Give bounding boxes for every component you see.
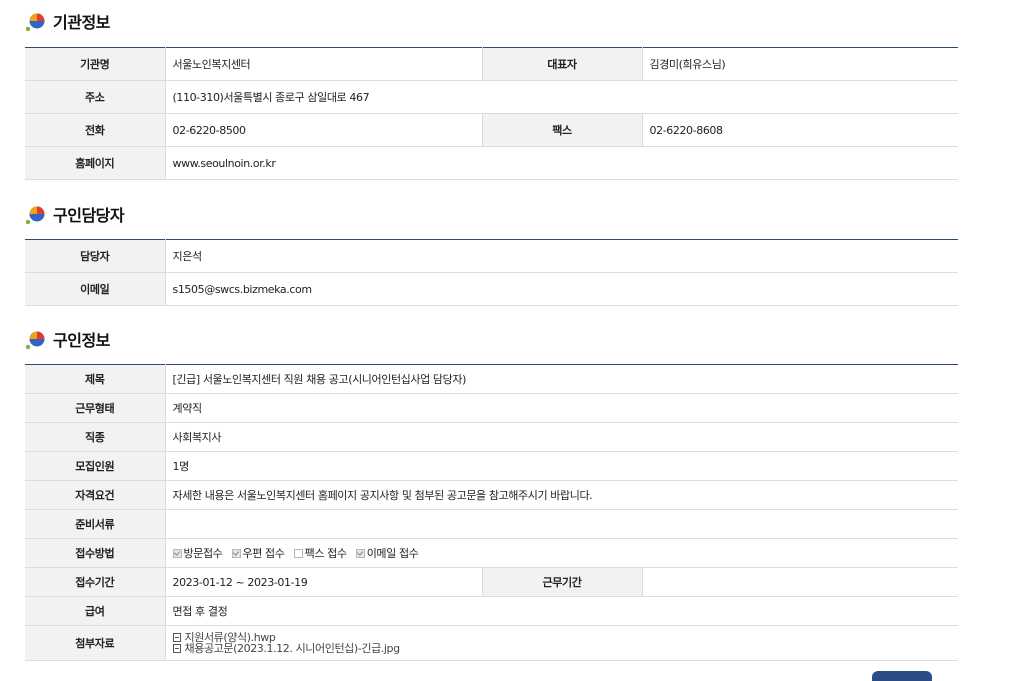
job-info-table: 제목 [긴급] 서울노인복지센터 직원 채용 공고(시니어인턴십사업 담당자) … bbox=[25, 364, 959, 661]
address-value: (110-310)서울특별시 종로구 삼일대로 467 bbox=[164, 80, 958, 114]
agency-name-label: 기관명 bbox=[25, 47, 165, 81]
table-row: 급여 면접 후 결정 bbox=[25, 596, 959, 626]
headcount-label: 모집인원 bbox=[25, 451, 165, 481]
table-row: 첨부자료 지원서류(양식).hwp 채용공고문(2023.1.12. 시니어인턴… bbox=[25, 625, 959, 661]
subject-value: [긴급] 서울노인복지센터 직원 채용 공고(시니어인턴십사업 담당자) bbox=[164, 364, 959, 394]
period-label: 접수기간 bbox=[25, 567, 165, 597]
email-value[interactable]: s1505@swcs.bizmeka.com bbox=[164, 272, 958, 306]
attachments-value: 지원서류(양식).hwp 채용공고문(2023.1.12. 시니어인턴십)-긴급… bbox=[164, 625, 959, 661]
qualification-label: 자격요건 bbox=[25, 480, 165, 510]
attachment-link[interactable]: 채용공고문(2023.1.12. 시니어인턴십)-긴급.jpg bbox=[172, 642, 952, 655]
agency-section-header: 기관정보 bbox=[25, 6, 110, 36]
method-option-label: 우편 접수 bbox=[242, 547, 285, 560]
category-value: 사회복지사 bbox=[164, 422, 959, 452]
table-row: 이메일 s1505@swcs.bizmeka.com bbox=[25, 272, 958, 306]
checkbox-icon bbox=[293, 549, 303, 558]
file-icon bbox=[172, 633, 181, 642]
table-row: 준비서류 bbox=[25, 509, 959, 539]
method-option-visit: 방문접수 bbox=[172, 547, 223, 560]
method-label: 접수방법 bbox=[25, 538, 165, 568]
phone-label: 전화 bbox=[25, 113, 165, 147]
homepage-value[interactable]: www.seoulnoin.or.kr bbox=[164, 146, 958, 180]
table-row: 홈페이지 www.seoulnoin.or.kr bbox=[25, 146, 958, 180]
method-value: 방문접수 우편 접수 팩스 접수 이메일 접수 bbox=[164, 538, 959, 568]
salary-label: 급여 bbox=[25, 596, 165, 626]
fax-value: 02-6220-8608 bbox=[641, 113, 958, 147]
table-row: 접수방법 방문접수 우편 접수 팩스 접수 이메일 접수 bbox=[25, 538, 959, 568]
table-row: 모집인원 1명 bbox=[25, 451, 959, 481]
section-bullet-icon bbox=[25, 10, 47, 32]
table-row: 근무형태 계약직 bbox=[25, 393, 959, 423]
rep-label: 대표자 bbox=[481, 47, 642, 81]
fax-label: 팩스 bbox=[481, 113, 642, 147]
method-option-fax: 팩스 접수 bbox=[293, 547, 347, 560]
email-label: 이메일 bbox=[25, 272, 165, 306]
period-value: 2023-01-12 ~ 2023-01-19 bbox=[164, 567, 482, 597]
checkbox-icon bbox=[172, 549, 182, 558]
work-period-value bbox=[641, 567, 959, 597]
phone-value: 02-6220-8500 bbox=[164, 113, 482, 147]
table-row: 자격요건 자세한 내용은 서울노인복지센터 홈페이지 공지사항 및 첨부된 공고… bbox=[25, 480, 959, 510]
table-row: 주소 (110-310)서울특별시 종로구 삼일대로 467 bbox=[25, 80, 958, 114]
work-type-value: 계약직 bbox=[164, 393, 959, 423]
salary-value: 면접 후 결정 bbox=[164, 596, 959, 626]
table-row: 직종 사회복지사 bbox=[25, 422, 959, 452]
agency-section-title: 기관정보 bbox=[53, 13, 110, 32]
qualification-value: 자세한 내용은 서울노인복지센터 홈페이지 공지사항 및 첨부된 공고문을 참고… bbox=[164, 480, 959, 510]
checkbox-icon bbox=[355, 549, 365, 558]
job-section-header: 구인정보 bbox=[25, 324, 110, 354]
homepage-label: 홈페이지 bbox=[25, 146, 165, 180]
table-row: 전화 02-6220-8500 팩스 02-6220-8608 bbox=[25, 113, 958, 147]
file-icon bbox=[172, 644, 181, 653]
category-label: 직종 bbox=[25, 422, 165, 452]
attachment-name: 채용공고문(2023.1.12. 시니어인턴십)-긴급.jpg bbox=[184, 642, 401, 655]
method-option-label: 방문접수 bbox=[183, 547, 223, 560]
list-button[interactable] bbox=[872, 671, 932, 681]
rep-value: 김경미(희유스님) bbox=[641, 47, 958, 81]
agency-name-value: 서울노인복지센터 bbox=[164, 47, 482, 81]
work-type-label: 근무형태 bbox=[25, 393, 165, 423]
job-section-title: 구인정보 bbox=[53, 331, 110, 350]
contact-section-title: 구인담당자 bbox=[53, 206, 125, 225]
documents-label: 준비서류 bbox=[25, 509, 165, 539]
subject-label: 제목 bbox=[25, 364, 165, 394]
table-row: 기관명 서울노인복지센터 대표자 김경미(희유스님) bbox=[25, 47, 958, 81]
manager-label: 담당자 bbox=[25, 239, 165, 273]
method-option-mail: 우편 접수 bbox=[231, 547, 285, 560]
address-label: 주소 bbox=[25, 80, 165, 114]
section-bullet-icon bbox=[25, 328, 47, 350]
table-row: 제목 [긴급] 서울노인복지센터 직원 채용 공고(시니어인턴십사업 담당자) bbox=[25, 364, 959, 394]
table-row: 접수기간 2023-01-12 ~ 2023-01-19 근무기간 bbox=[25, 567, 959, 597]
method-option-email: 이메일 접수 bbox=[355, 547, 419, 560]
documents-value bbox=[164, 509, 959, 539]
checkbox-icon bbox=[231, 549, 241, 558]
contact-section-header: 구인담당자 bbox=[25, 199, 125, 229]
attachments-label: 첨부자료 bbox=[25, 625, 165, 661]
method-option-label: 이메일 접수 bbox=[366, 547, 419, 560]
headcount-value: 1명 bbox=[164, 451, 959, 481]
manager-value: 지은석 bbox=[164, 239, 958, 273]
contact-info-table: 담당자 지은석 이메일 s1505@swcs.bizmeka.com bbox=[25, 239, 958, 306]
table-row: 담당자 지은석 bbox=[25, 239, 958, 273]
section-bullet-icon bbox=[25, 203, 47, 225]
work-period-label: 근무기간 bbox=[481, 567, 642, 597]
agency-info-table: 기관명 서울노인복지센터 대표자 김경미(희유스님) 주소 (110-310)서… bbox=[25, 47, 958, 180]
method-option-label: 팩스 접수 bbox=[304, 547, 347, 560]
